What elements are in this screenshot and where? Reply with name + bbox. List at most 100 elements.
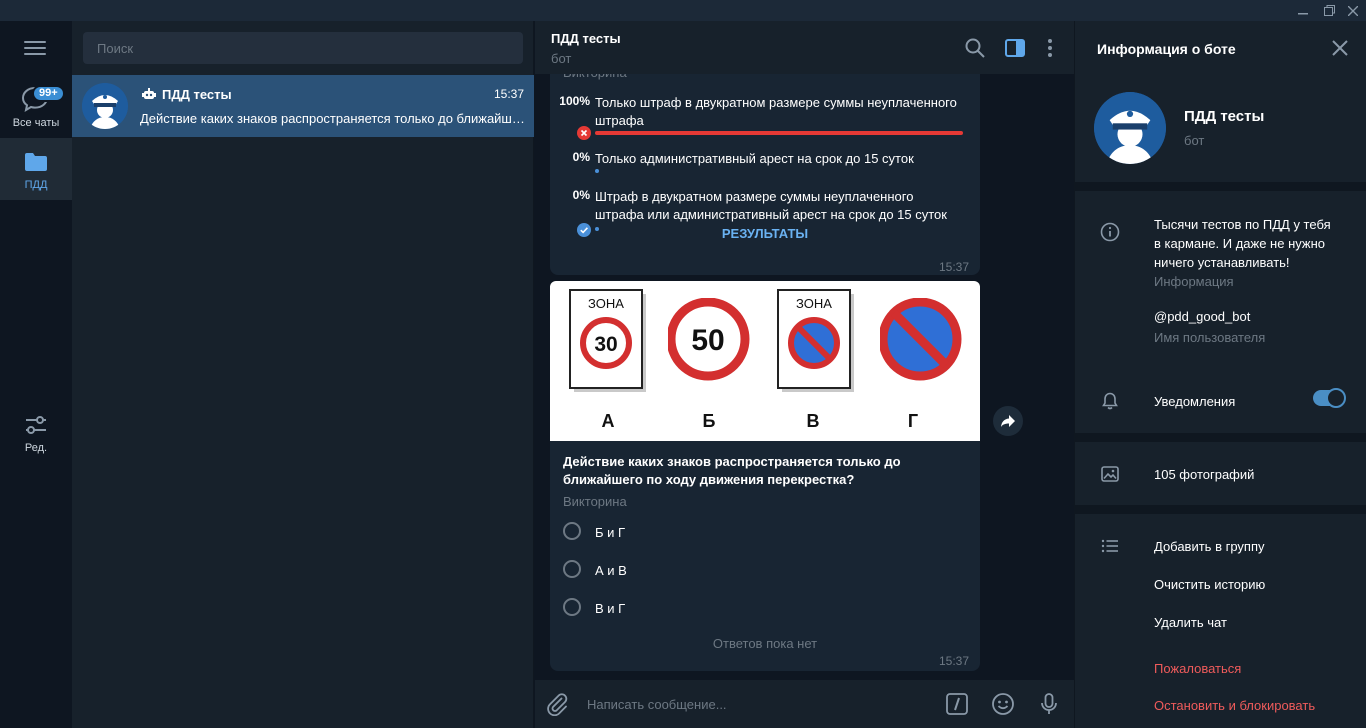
quiz-option-radio[interactable] — [563, 598, 581, 616]
photo-icon — [1101, 466, 1119, 482]
message-time: 15:37 — [938, 260, 969, 274]
quiz-message: Действие каких знаков распространяется т… — [550, 441, 980, 671]
sign-zone-label: ЗОНА — [588, 296, 624, 311]
chat-header[interactable]: ПДД тесты бот — [535, 21, 1074, 74]
microphone-icon[interactable] — [1037, 692, 1061, 716]
bot-description-line: в кармане. И даже не нужно — [1154, 236, 1326, 251]
bot-description-line: Тысячи тестов по ПДД у тебя — [1154, 217, 1331, 232]
bot-info-panel: Информация о боте ПДД тесты бот Тысячи т… — [1074, 21, 1366, 728]
bot-icon — [142, 88, 156, 99]
folder-icon — [25, 153, 47, 171]
more-vertical-icon[interactable] — [1039, 37, 1061, 59]
report-button[interactable]: Пожаловаться — [1154, 661, 1241, 676]
quiz-option-label[interactable]: В и Г — [595, 601, 625, 616]
message-time: 15:37 — [938, 654, 969, 668]
bot-name: ПДД тесты — [1184, 108, 1265, 125]
quiz-option-label[interactable]: Б и Г — [595, 525, 625, 540]
sign-caption: В — [806, 411, 820, 431]
username-caption: Имя пользователя — [1154, 330, 1266, 345]
delete-chat-button[interactable]: Удалить чат — [1154, 615, 1227, 630]
divider — [1075, 505, 1366, 514]
option-text: Только административный арест на срок до… — [595, 151, 914, 166]
option-bar — [595, 131, 963, 135]
bot-username[interactable]: @pdd_good_bot — [1154, 309, 1250, 324]
unread-badge: 99+ — [32, 85, 65, 102]
chat-preview: Действие каких знаков распространяется т… — [140, 111, 526, 126]
close-icon[interactable] — [1340, 0, 1366, 21]
road-signs-image[interactable]: ЗОНА 30 50 ЗОНА А Б В Г — [550, 281, 980, 441]
bot-description: Тысячи тестов по ПДД у тебя в кармане. И… — [1154, 215, 1331, 272]
quiz-type: Викторина — [563, 494, 627, 509]
notifications-toggle[interactable] — [1313, 388, 1346, 408]
wrong-answer-icon — [577, 126, 591, 140]
folder-all-chats[interactable]: 99+ Все чаты — [0, 76, 72, 138]
shared-photos-link[interactable]: 105 фотографий — [1154, 467, 1254, 482]
sign-zone-label: ЗОНА — [796, 296, 832, 311]
sign-caption: А — [601, 411, 615, 431]
option-percent: 100% — [559, 94, 590, 108]
forward-icon — [1001, 415, 1015, 427]
divider — [1075, 433, 1366, 442]
folders-sidebar: 99+ Все чаты ПДД Ред. — [0, 21, 72, 728]
chat-time: 15:37 — [493, 87, 524, 101]
quiz-footer: Ответов пока нет — [712, 636, 818, 651]
edit-sliders-icon — [26, 416, 46, 434]
close-panel-icon[interactable] — [1331, 39, 1349, 57]
message-composer — [535, 680, 1074, 728]
quiz-question: Действие каких знаков распространяется т… — [563, 454, 901, 487]
sign-value: 50 — [691, 324, 724, 357]
message-input[interactable] — [587, 692, 927, 716]
sign-value: 30 — [594, 333, 617, 356]
emoji-icon[interactable] — [991, 692, 1015, 716]
clear-history-button[interactable]: Очистить историю — [1154, 577, 1265, 592]
speed-limit-sign: 50 — [668, 298, 750, 381]
stop-and-block-button[interactable]: Остановить и блокировать — [1154, 698, 1315, 713]
notifications-label: Уведомления — [1154, 394, 1236, 409]
forward-button[interactable] — [993, 406, 1023, 436]
sidebar-toggle-icon[interactable] — [1004, 37, 1026, 59]
bot-avatar[interactable] — [1094, 92, 1166, 164]
folder-pdd[interactable]: ПДД — [0, 138, 72, 200]
divider — [1075, 182, 1366, 191]
add-to-group-button[interactable]: Добавить в группу — [1154, 539, 1265, 554]
sign-caption: Б — [702, 411, 716, 431]
zone-speed-limit-sign: ЗОНА 30 — [569, 289, 646, 392]
chat-title: ПДД тесты — [551, 31, 621, 46]
search-input[interactable] — [83, 32, 523, 64]
chat-name: ПДД тесты — [162, 87, 232, 102]
chat-subtitle: бот — [551, 51, 572, 66]
attach-icon[interactable] — [545, 692, 569, 716]
info-icon — [1100, 222, 1120, 242]
quiz-option-radio[interactable] — [563, 560, 581, 578]
chat-list-item[interactable]: ПДД тесты 15:37 Действие каких знаков ра… — [72, 75, 534, 137]
list-icon — [1101, 539, 1118, 553]
folder-edit[interactable]: Ред. — [0, 410, 72, 472]
option-text: Только штраф в двукратном размере суммы … — [595, 95, 957, 128]
bot-description-line: ничего устанавливать! — [1154, 255, 1290, 270]
description-caption: Информация — [1154, 274, 1234, 289]
bot-commands-icon[interactable] — [945, 692, 969, 716]
bot-status: бот — [1184, 133, 1205, 148]
zone-no-parking-sign: ЗОНА — [777, 289, 854, 392]
maximize-icon[interactable] — [1316, 0, 1342, 21]
results-button[interactable]: РЕЗУЛЬТАТЫ — [550, 226, 980, 241]
option-percent: 0% — [572, 188, 590, 202]
window-titlebar — [0, 0, 1366, 21]
folder-label: ПДД — [24, 179, 48, 191]
quiz-option-radio[interactable] — [563, 522, 581, 540]
minimize-icon[interactable] — [1290, 0, 1316, 21]
menu-icon[interactable] — [24, 41, 46, 57]
search-icon[interactable] — [964, 37, 986, 59]
chat-list-panel: ПДД тесты 15:37 Действие каких знаков ра… — [72, 21, 534, 728]
sign-caption: Г — [907, 411, 919, 431]
quiz-option-label[interactable]: А и В — [595, 563, 627, 578]
folder-label: Ред. — [24, 442, 48, 454]
option-percent: 0% — [572, 150, 590, 164]
poll-message: Викторина 100% Только штраф в двукратном… — [550, 57, 980, 275]
option-text: Штраф в двукратном размере суммы неуплач… — [595, 189, 947, 222]
chat-area: ПДД тесты бот Викторина 100% Только штра… — [535, 21, 1074, 728]
option-bar — [595, 169, 599, 173]
folder-label: Все чаты — [12, 117, 60, 129]
panel-title: Информация о боте — [1097, 41, 1236, 57]
bell-icon — [1102, 392, 1118, 410]
